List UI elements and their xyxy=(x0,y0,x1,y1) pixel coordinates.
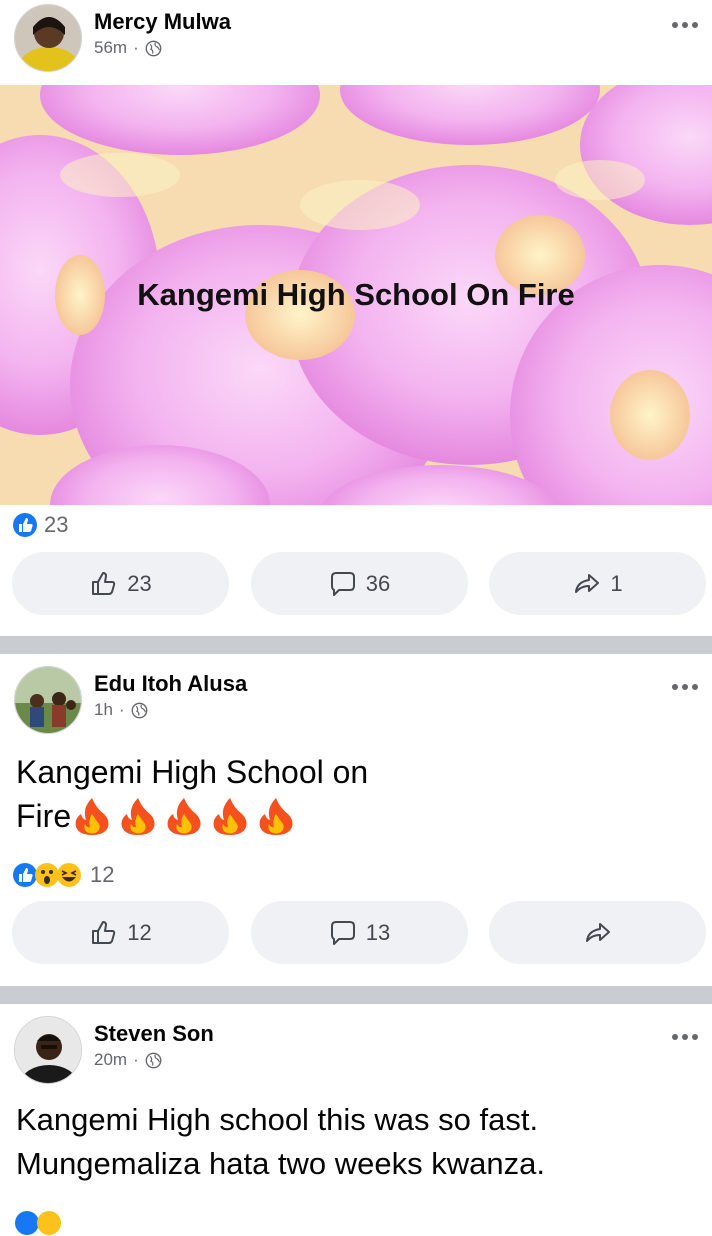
like-reaction-icon xyxy=(13,513,37,537)
comment-icon xyxy=(330,920,355,945)
like-count: 12 xyxy=(127,919,152,945)
globe-icon xyxy=(145,40,162,56)
comment-count: 13 xyxy=(365,919,391,945)
like-icon xyxy=(92,571,116,595)
avatar[interactable] xyxy=(14,666,82,734)
post-time[interactable]: 1h xyxy=(94,700,113,720)
action-bar: 23 36 1 xyxy=(12,552,706,615)
meta-separator: · xyxy=(133,1050,139,1069)
globe-icon xyxy=(131,702,147,718)
meta-separator: · xyxy=(118,700,125,719)
post-text-line-2: Fire xyxy=(16,794,368,838)
reaction-icons-partial xyxy=(14,1210,62,1236)
author-name[interactable]: Edu Itoh Alusa xyxy=(94,671,247,697)
post-mercy-mulwa: Mercy Mulwa 56m · Kangemi High School On… xyxy=(0,0,712,636)
share-icon xyxy=(575,573,600,593)
post-meta: 56m · xyxy=(94,38,162,58)
post-text-line-2: Mungemaliza hata two weeks kwanza. xyxy=(16,1146,545,1181)
reaction-summary[interactable]: 12 xyxy=(12,862,114,888)
more-icon[interactable] xyxy=(668,18,702,32)
post-meta: 20m · xyxy=(94,1050,162,1070)
meta-separator: · xyxy=(133,38,139,57)
share-icon xyxy=(585,922,610,942)
post-divider xyxy=(0,636,712,654)
author-name[interactable]: Steven Son xyxy=(94,1021,214,1047)
avatar[interactable] xyxy=(14,4,82,72)
globe-icon xyxy=(145,1052,162,1068)
share-button[interactable]: 1 xyxy=(489,552,706,615)
like-button[interactable]: 12 xyxy=(12,901,229,964)
post-divider xyxy=(0,986,712,1004)
avatar[interactable] xyxy=(14,1016,82,1084)
post-time[interactable]: 20m xyxy=(94,1050,127,1070)
share-count: 1 xyxy=(610,570,623,596)
post-header: Steven Son 20m · xyxy=(0,1012,712,1092)
reaction-summary[interactable]: 23 xyxy=(12,512,68,538)
post-header: Edu Itoh Alusa 1h · xyxy=(0,662,712,742)
reaction-count: 12 xyxy=(90,862,115,887)
comment-button[interactable]: 36 xyxy=(250,552,468,615)
reaction-count: 23 xyxy=(44,512,69,537)
post-header: Mercy Mulwa 56m · xyxy=(0,0,712,80)
fire-emoji xyxy=(73,796,295,836)
more-icon[interactable] xyxy=(668,680,702,694)
post-text: Kangemi High school this was so fast. Mu… xyxy=(16,1098,545,1186)
more-icon[interactable] xyxy=(668,1030,702,1044)
post-text: Kangemi High School on Fire xyxy=(16,750,368,838)
post-time[interactable]: 56m xyxy=(94,38,127,58)
haha-emoji xyxy=(57,863,81,887)
post-background-image: Kangemi High School On Fire xyxy=(0,85,712,505)
action-bar: 12 13 xyxy=(12,901,706,964)
post-text: Kangemi High School On Fire xyxy=(137,277,575,312)
like-button[interactable]: 23 xyxy=(12,552,229,615)
comment-count: 36 xyxy=(365,570,391,596)
like-icon xyxy=(92,920,116,944)
post-text-line-1: Kangemi High school this was so fast. xyxy=(16,1102,539,1137)
post-steven-son: Steven Son 20m · Kangemi High school thi… xyxy=(0,1004,712,1235)
post-meta: 1h · xyxy=(94,700,148,720)
author-name[interactable]: Mercy Mulwa xyxy=(94,9,231,35)
comment-icon xyxy=(330,571,355,596)
post-text-line-1: Kangemi High School on xyxy=(16,754,369,790)
comment-button[interactable]: 13 xyxy=(250,901,468,964)
post-edu-itoh-alusa: Edu Itoh Alusa 1h · Kangemi High School … xyxy=(0,654,712,986)
share-button[interactable] xyxy=(489,901,706,964)
like-count: 23 xyxy=(127,570,152,596)
